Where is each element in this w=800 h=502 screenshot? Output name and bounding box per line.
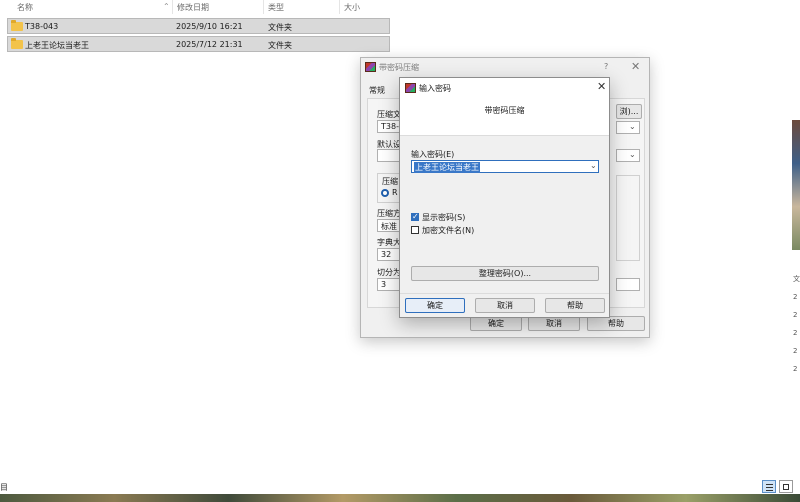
status-bar-text: 目	[0, 483, 8, 492]
dialog-title: 输入密码	[419, 84, 451, 93]
archive-name-dropdown[interactable]: ⌄	[616, 121, 640, 134]
rar-radio-label: R	[392, 188, 398, 197]
dict-size-label: 字典大	[377, 238, 401, 247]
dialog-titlebar[interactable]: 带密码压缩 ? ✕	[361, 58, 649, 76]
chevron-down-icon: ⌄	[629, 122, 636, 131]
desktop-wallpaper-edge	[792, 120, 800, 250]
browse-button[interactable]: 浏)...	[616, 104, 642, 119]
help-icon[interactable]: ?	[604, 62, 608, 71]
method-label: 压缩方	[377, 209, 401, 218]
file-type: 文件夹	[268, 23, 292, 32]
parameters-field[interactable]	[616, 278, 640, 291]
file-type: 文件夹	[268, 41, 292, 50]
column-size-header[interactable]: 大小	[344, 2, 360, 13]
password-label: 输入密码(E)	[411, 150, 455, 159]
dialog-title: 带密码压缩	[379, 63, 419, 72]
column-divider[interactable]	[339, 0, 340, 14]
encrypt-filenames-checkbox[interactable]	[411, 226, 419, 234]
options-groupbox	[616, 175, 640, 261]
password-dialog-header: 输入密码 ✕ 带密码压缩	[400, 78, 609, 136]
close-icon[interactable]: ✕	[631, 60, 640, 73]
column-divider[interactable]	[172, 0, 173, 14]
column-header-row: 名称 ⌃ 修改日期 类型 大小	[0, 0, 392, 14]
column-type-header[interactable]: 类型	[268, 2, 284, 13]
sort-chevron-icon: ⌃	[163, 2, 170, 11]
file-row[interactable]: 上老王论坛当老王 2025/7/12 21:31 文件夹	[7, 36, 390, 52]
ok-button[interactable]: 确定	[405, 298, 465, 313]
tab-general[interactable]: 常规	[369, 85, 385, 96]
password-input[interactable]: 上老王论坛当老王 ⌄	[411, 160, 599, 173]
rar-radio[interactable]	[381, 189, 389, 197]
details-view-button[interactable]	[762, 480, 776, 493]
folder-icon	[11, 38, 23, 49]
winrar-icon	[365, 62, 376, 72]
encrypt-filenames-label[interactable]: 加密文件名(N)	[422, 225, 474, 236]
file-name: 上老王论坛当老王	[25, 41, 89, 50]
column-divider[interactable]	[263, 0, 264, 14]
file-date: 2025/9/10 16:21	[176, 22, 243, 31]
password-value: 上老王论坛当老王	[414, 162, 480, 173]
chevron-down-icon: ⌄	[629, 150, 636, 159]
show-password-checkbox[interactable]	[411, 212, 419, 221]
folder-icon	[11, 20, 23, 31]
show-password-label[interactable]: 显示密码(S)	[422, 212, 465, 223]
dialog-footer: 确定 取消 帮助	[400, 293, 609, 319]
update-mode-dropdown[interactable]: ⌄	[616, 149, 640, 162]
help-button[interactable]: 帮助	[545, 298, 605, 313]
cancel-button[interactable]: 取消	[475, 298, 535, 313]
file-date: 2025/7/12 21:31	[176, 40, 243, 49]
chevron-down-icon[interactable]: ⌄	[590, 161, 597, 170]
column-date-header[interactable]: 修改日期	[177, 2, 209, 13]
winrar-icon	[405, 83, 416, 93]
large-icons-view-button[interactable]	[779, 480, 793, 493]
file-row[interactable]: T38-043 2025/9/10 16:21 文件夹	[7, 18, 390, 34]
taskbar-wallpaper-strip	[0, 494, 800, 502]
dialog-subtitle: 带密码压缩	[484, 106, 525, 115]
column-name-header[interactable]: 名称	[17, 2, 33, 13]
format-group-label: 压缩	[382, 177, 398, 186]
close-icon[interactable]: ✕	[597, 80, 606, 93]
organize-passwords-button[interactable]: 整理密码(O)...	[411, 266, 599, 281]
file-name: T38-043	[25, 22, 59, 31]
password-dialog: 输入密码 ✕ 带密码压缩 输入密码(E) 上老王论坛当老王 ⌄ 显示密码(S) …	[399, 77, 610, 318]
right-edge-text: 文 2 2 2 2 2	[793, 275, 800, 373]
split-label: 切分为	[377, 268, 401, 277]
archive-name-label: 压缩文	[377, 110, 401, 119]
